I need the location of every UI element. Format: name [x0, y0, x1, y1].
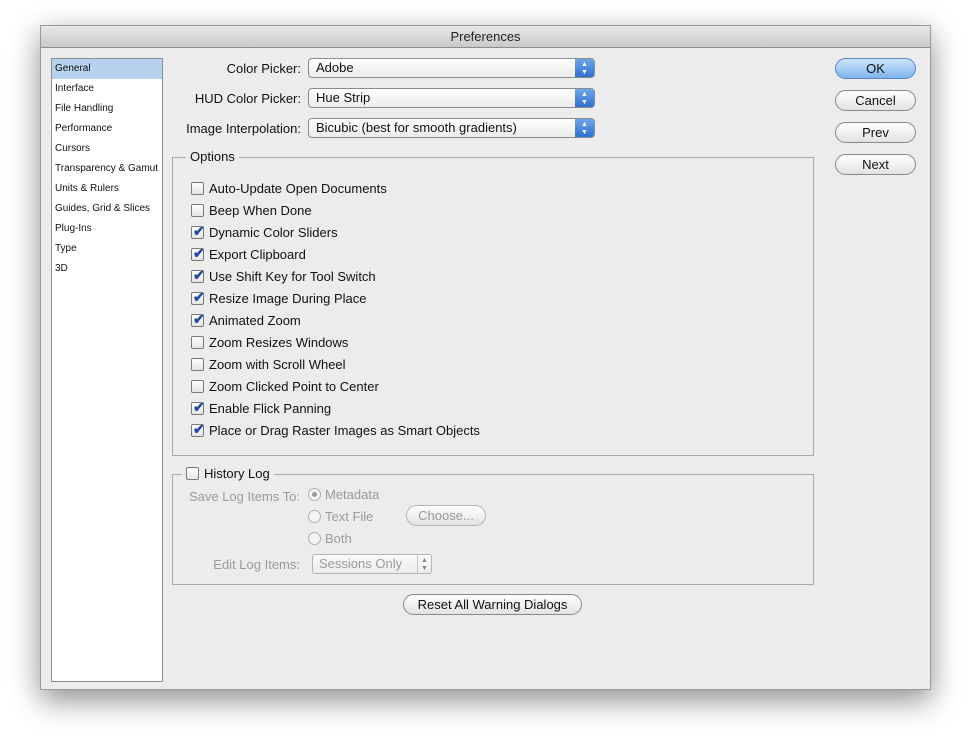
option-animated-zoom[interactable]: ✔ Animated Zoom	[191, 311, 301, 329]
checkmark-icon: ✔	[193, 222, 205, 239]
zoom-clicked-point-checkbox[interactable]	[191, 379, 204, 393]
sidebar-item-units-rulers[interactable]: Units & Rulers	[52, 179, 162, 199]
edit-log-items-label: Edit Log Items:	[213, 557, 300, 572]
option-label: Zoom Resizes Windows	[209, 334, 349, 350]
sidebar-item-general[interactable]: General	[52, 59, 162, 79]
popup-arrows-icon: ▲ ▼	[575, 59, 594, 77]
sidebar-item-transparency-gamut[interactable]: Transparency & Gamut	[52, 159, 162, 179]
preferences-sidebar: General Interface File Handling Performa…	[51, 58, 163, 682]
radio-text-file[interactable]: Text File	[308, 509, 373, 524]
option-label: Use Shift Key for Tool Switch	[209, 268, 376, 284]
hud-color-picker-label: HUD Color Picker:	[194, 91, 301, 106]
cancel-button[interactable]: Cancel	[835, 90, 916, 111]
radio-selected-dot	[312, 492, 317, 497]
option-dynamic-color-sliders[interactable]: ✔ Dynamic Color Sliders	[191, 223, 338, 241]
zoom-scroll-wheel-checkbox[interactable]	[191, 357, 204, 371]
radio-metadata[interactable]: Metadata	[308, 487, 379, 502]
export-clipboard-checkbox[interactable]: ✔	[191, 244, 205, 261]
sidebar-item-type[interactable]: Type	[52, 239, 162, 259]
dynamic-color-sliders-checkbox[interactable]: ✔	[191, 222, 205, 239]
checkmark-icon: ✔	[193, 398, 205, 415]
shift-key-tool-switch-checkbox[interactable]: ✔	[191, 266, 205, 283]
ok-button[interactable]: OK	[835, 58, 916, 79]
history-log-header: History Log	[182, 466, 274, 481]
option-label: Export Clipboard	[209, 246, 306, 262]
sidebar-item-plug-ins[interactable]: Plug-Ins	[52, 219, 162, 239]
option-label: Dynamic Color Sliders	[209, 224, 338, 240]
animated-zoom-checkbox[interactable]: ✔	[191, 310, 205, 327]
color-picker-select[interactable]: Adobe ▲ ▼	[308, 58, 595, 78]
option-shift-key-tool-switch[interactable]: ✔ Use Shift Key for Tool Switch	[191, 267, 376, 285]
both-label: Both	[325, 531, 352, 546]
option-label: Resize Image During Place	[209, 290, 367, 306]
sidebar-item-3d[interactable]: 3D	[52, 259, 162, 279]
image-interpolation-label: Image Interpolation:	[186, 121, 301, 136]
option-auto-update[interactable]: Auto-Update Open Documents	[191, 179, 387, 197]
checkmark-icon: ✔	[193, 266, 205, 283]
history-log-title: History Log	[204, 466, 270, 481]
sidebar-item-cursors[interactable]: Cursors	[52, 139, 162, 159]
preferences-dialog: Preferences General Interface File Handl…	[40, 25, 931, 690]
option-resize-image-during-place[interactable]: ✔ Resize Image During Place	[191, 289, 367, 307]
sidebar-item-guides-grid-slices[interactable]: Guides, Grid & Slices	[52, 199, 162, 219]
metadata-radio[interactable]	[308, 488, 321, 501]
hud-color-picker-value: Hue Strip	[316, 90, 371, 105]
option-label: Zoom with Scroll Wheel	[209, 356, 346, 372]
checkmark-icon: ✔	[193, 310, 205, 327]
choose-button[interactable]: Choose...	[406, 505, 486, 526]
color-picker-value: Adobe	[316, 60, 354, 75]
sidebar-item-file-handling[interactable]: File Handling	[52, 99, 162, 119]
popup-arrows-icon: ▲ ▼	[575, 89, 594, 107]
radio-both[interactable]: Both	[308, 531, 352, 546]
option-label: Auto-Update Open Documents	[209, 180, 387, 196]
checkmark-icon: ✔	[193, 244, 205, 261]
edit-log-items-select[interactable]: Sessions Only ▲ ▼	[312, 554, 432, 574]
edit-log-items-value: Sessions Only	[319, 556, 403, 571]
option-label: Enable Flick Panning	[209, 400, 332, 416]
option-label: Place or Drag Raster Images as Smart Obj…	[209, 422, 480, 438]
option-label: Beep When Done	[209, 202, 312, 218]
option-zoom-clicked-point[interactable]: Zoom Clicked Point to Center	[191, 377, 379, 395]
option-label: Zoom Clicked Point to Center	[209, 378, 379, 394]
text-file-label: Text File	[325, 509, 374, 524]
beep-when-done-checkbox[interactable]	[191, 203, 204, 217]
hud-color-picker-select[interactable]: Hue Strip ▲ ▼	[308, 88, 595, 108]
image-interpolation-select[interactable]: Bicubic (best for smooth gradients) ▲ ▼	[308, 118, 595, 138]
save-log-items-label: Save Log Items To:	[188, 489, 300, 504]
auto-update-checkbox[interactable]	[191, 181, 204, 195]
reset-warning-dialogs-button[interactable]: Reset All Warning Dialogs	[403, 594, 582, 615]
option-zoom-scroll-wheel[interactable]: Zoom with Scroll Wheel	[191, 355, 346, 373]
option-flick-panning[interactable]: ✔ Enable Flick Panning	[191, 399, 331, 417]
option-zoom-resizes-windows[interactable]: Zoom Resizes Windows	[191, 333, 348, 351]
color-picker-label: Color Picker:	[226, 61, 301, 76]
window-title: Preferences	[41, 26, 930, 48]
next-button[interactable]: Next	[835, 154, 916, 175]
checkmark-icon: ✔	[193, 288, 205, 305]
history-log-checkbox[interactable]	[186, 467, 199, 480]
flick-panning-checkbox[interactable]: ✔	[191, 398, 205, 415]
option-smart-objects[interactable]: ✔ Place or Drag Raster Images as Smart O…	[191, 421, 480, 439]
option-export-clipboard[interactable]: ✔ Export Clipboard	[191, 245, 306, 263]
prev-button[interactable]: Prev	[835, 122, 916, 143]
popup-arrows-icon: ▲ ▼	[575, 119, 594, 137]
sidebar-item-interface[interactable]: Interface	[52, 79, 162, 99]
sidebar-item-performance[interactable]: Performance	[52, 119, 162, 139]
zoom-resizes-windows-checkbox[interactable]	[191, 335, 204, 349]
options-group-title: Options	[186, 149, 239, 164]
image-interpolation-value: Bicubic (best for smooth gradients)	[316, 120, 517, 135]
smart-objects-checkbox[interactable]: ✔	[191, 420, 205, 437]
option-beep-when-done[interactable]: Beep When Done	[191, 201, 312, 219]
both-radio[interactable]	[308, 532, 321, 545]
text-file-radio[interactable]	[308, 510, 321, 523]
option-label: Animated Zoom	[209, 312, 301, 328]
popup-arrows-icon: ▲ ▼	[417, 555, 431, 573]
checkmark-icon: ✔	[193, 420, 205, 437]
resize-image-during-place-checkbox[interactable]: ✔	[191, 288, 205, 305]
metadata-label: Metadata	[325, 487, 380, 502]
